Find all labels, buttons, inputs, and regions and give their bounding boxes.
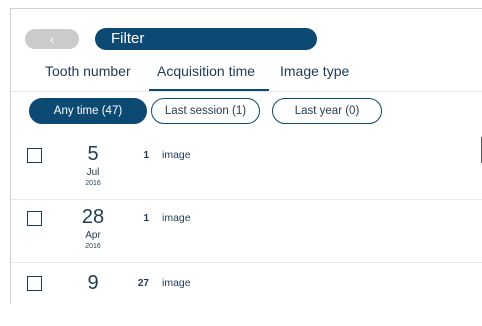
chip-last-year[interactable]: Last year (0) bbox=[272, 98, 382, 124]
item-label: image bbox=[162, 212, 191, 224]
list-item[interactable]: 5 Jul 2016 1 image bbox=[11, 135, 482, 200]
chip-any-time[interactable]: Any time (47) bbox=[29, 98, 147, 124]
item-month: Apr bbox=[85, 230, 101, 241]
filter-panel: ‹ Filter Tooth number Acquisition time I… bbox=[10, 8, 482, 304]
item-day: 5 bbox=[87, 143, 99, 165]
chip-last-session[interactable]: Last session (1) bbox=[151, 98, 260, 124]
item-count: 1 bbox=[143, 150, 149, 161]
item-month: Jul bbox=[86, 167, 100, 178]
tab-tooth-number[interactable]: Tooth number bbox=[45, 63, 131, 89]
tab-bar: Tooth number Acquisition time Image type bbox=[11, 63, 482, 92]
tab-acquisition-time[interactable]: Acquisition time bbox=[148, 63, 270, 91]
list-item[interactable]: 9 27 image bbox=[11, 262, 482, 326]
filter-title: Filter bbox=[111, 30, 145, 47]
tab-image-type[interactable]: Image type bbox=[280, 63, 349, 89]
select-checkbox[interactable] bbox=[27, 148, 42, 163]
select-checkbox[interactable] bbox=[27, 276, 42, 291]
item-count: 27 bbox=[137, 278, 149, 289]
item-day: 28 bbox=[81, 206, 105, 228]
item-label: image bbox=[162, 149, 191, 161]
list-item[interactable]: 28 Apr 2016 1 image bbox=[11, 198, 482, 263]
filter-title-bar: Filter bbox=[95, 28, 317, 50]
item-label: image bbox=[162, 277, 191, 289]
item-year: 2016 bbox=[85, 180, 101, 187]
item-year: 2016 bbox=[85, 243, 101, 250]
item-day: 9 bbox=[87, 272, 99, 294]
item-count: 1 bbox=[143, 213, 149, 224]
back-button[interactable]: ‹ bbox=[25, 29, 79, 49]
chevron-left-icon: ‹ bbox=[49, 31, 55, 47]
select-checkbox[interactable] bbox=[27, 211, 42, 226]
